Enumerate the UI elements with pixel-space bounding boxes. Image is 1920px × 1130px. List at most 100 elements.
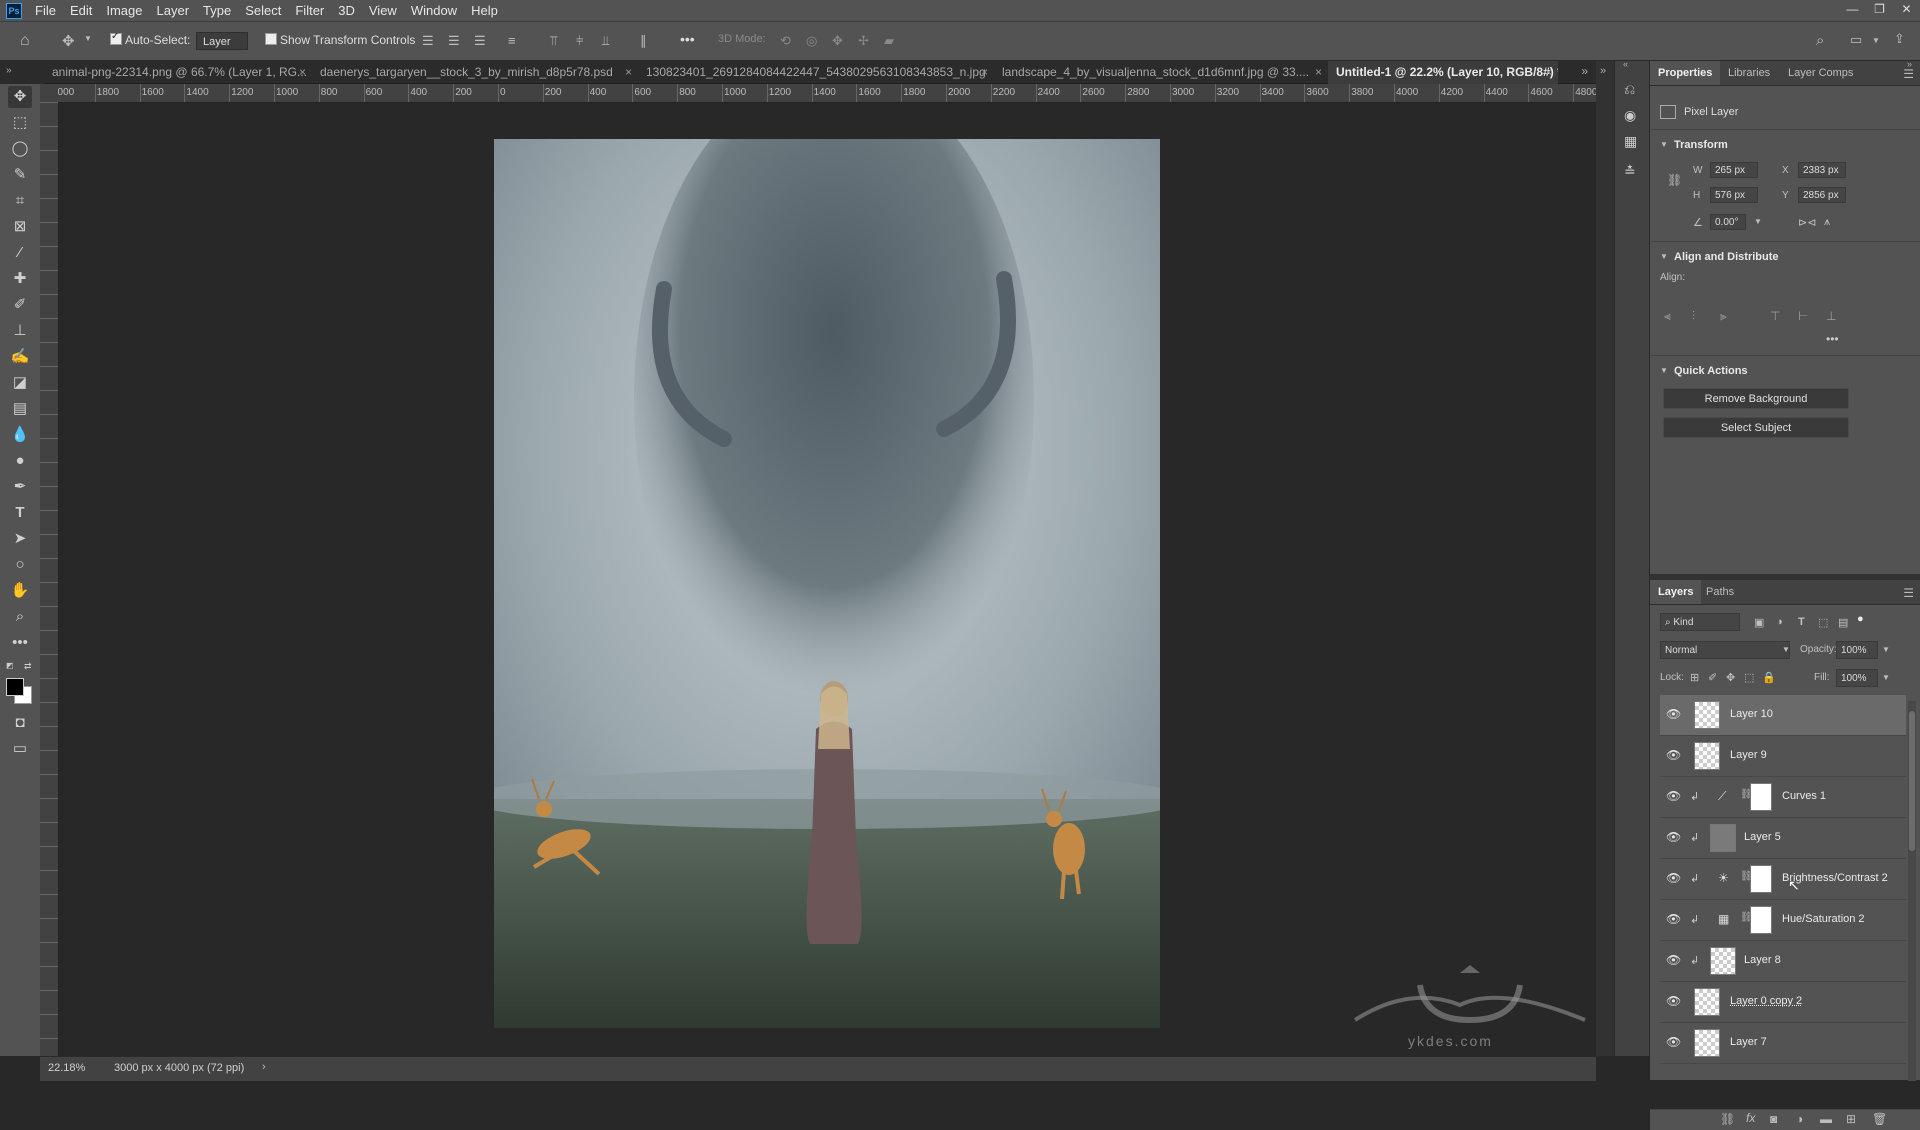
zoom-tool-icon[interactable]: ⌕ [8, 606, 32, 628]
zoom-level[interactable]: 22.18% [48, 1062, 85, 1074]
menu-view[interactable]: View [362, 3, 404, 18]
layer-row[interactable]: 👁 ↲ ☀ ⛓ Brightness/Contrast 2 ↖ [1660, 859, 1906, 900]
link-layers-icon[interactable]: ⛓ [1720, 1112, 1735, 1126]
clone-stamp-tool-icon[interactable]: ⊥ [8, 320, 32, 342]
layer-row[interactable]: 👁 Layer 7 [1660, 1023, 1906, 1064]
filter-type-icon[interactable]: T [1798, 616, 1805, 628]
remove-background-button[interactable]: Remove Background [1663, 388, 1849, 409]
opacity-field[interactable]: 100% [1836, 641, 1878, 659]
expand-panels-icon[interactable]: » [1600, 65, 1606, 77]
swatches-panel-icon[interactable]: ▦ [1624, 133, 1637, 150]
marquee-tool-icon[interactable]: ⬚ [8, 112, 32, 134]
add-layer-style-icon[interactable]: fx [1746, 1111, 1755, 1125]
align-horizontal-centers-icon[interactable]: ⫶ [1692, 309, 1695, 324]
history-brush-tool-icon[interactable]: ✍ [8, 346, 32, 368]
delete-layer-icon[interactable]: 🗑 [1872, 1112, 1887, 1126]
lock-transparent-icon[interactable]: ⊞ [1690, 671, 1699, 684]
select-subject-button[interactable]: Select Subject [1663, 417, 1849, 438]
fill-chevron-icon[interactable]: ▼ [1882, 673, 1890, 682]
align-center-icon[interactable]: ☰ [448, 33, 460, 49]
tab-paths[interactable]: Paths [1698, 580, 1742, 604]
filter-shape-icon[interactable]: ⬚ [1818, 616, 1828, 629]
close-icon[interactable]: ✕ [1893, 0, 1920, 21]
filter-adjustment-icon[interactable]: ◑ [1776, 616, 1783, 628]
lock-artboard-icon[interactable]: ⬚ [1744, 671, 1754, 684]
lock-position-icon[interactable]: ✥ [1726, 671, 1735, 684]
tab-animal-png[interactable]: animal-png-22314.png @ 66.7% (Layer 1, R… [44, 61, 312, 84]
home-icon[interactable]: ⌂ [20, 32, 30, 50]
quick-mask-icon[interactable]: ◘ [8, 712, 32, 734]
align-middle-icon[interactable]: ⫩ [576, 33, 583, 49]
align-left-edges-icon[interactable]: ⫷ [1664, 309, 1671, 324]
flip-vertical-icon[interactable]: ⩚ [1824, 216, 1830, 229]
double-chevron-right-icon[interactable]: » [6, 65, 12, 76]
align-vertical-centers-icon[interactable]: ⊢ [1798, 309, 1808, 323]
status-menu-arrow[interactable]: › [262, 1061, 266, 1073]
layer-row[interactable]: 👁 Layer 9 [1660, 736, 1906, 777]
y-field[interactable]: 2856 px [1798, 187, 1846, 203]
close-tab-icon[interactable]: × [1315, 61, 1322, 84]
tab-130823401-jpg[interactable]: 130823401_2691284084422447_5438029563108… [638, 61, 994, 84]
height-field[interactable]: 576 px [1710, 187, 1758, 203]
x-field[interactable]: 2383 px [1798, 162, 1846, 178]
align-bottom-edges-icon[interactable]: ⊥ [1826, 309, 1836, 323]
type-tool-icon[interactable]: T [8, 502, 32, 524]
width-field[interactable]: 265 px [1710, 162, 1758, 178]
tab-landscape-jpg[interactable]: landscape_4_by_visualjenna_stock_d1d6mnf… [994, 61, 1328, 84]
add-mask-icon[interactable]: ◙ [1770, 1112, 1777, 1126]
link-icon[interactable]: ⛓ [1667, 173, 1682, 187]
tab-layer-comps[interactable]: Layer Comps [1780, 61, 1861, 85]
eyedropper-tool-icon[interactable]: ⁄ [8, 242, 32, 264]
layer-mask-thumbnail[interactable] [1750, 783, 1772, 811]
quick-selection-tool-icon[interactable]: ✎ [8, 164, 32, 186]
hand-tool-icon[interactable]: ✋ [8, 580, 32, 602]
layers-scrollbar[interactable] [1908, 701, 1916, 1081]
workspace-chevron-down-icon[interactable]: ▼ [1872, 36, 1880, 45]
visibility-eye-icon[interactable]: 👁 [1666, 953, 1681, 967]
path-selection-tool-icon[interactable]: ➤ [8, 528, 32, 550]
align-top-edges-icon[interactable]: ⊤ [1770, 309, 1780, 323]
document-canvas[interactable] [494, 139, 1160, 1028]
layer-row[interactable]: 👁 Layer 10 [1660, 695, 1906, 736]
dodge-tool-icon[interactable]: ● [8, 450, 32, 472]
close-tab-icon[interactable]: × [1545, 61, 1552, 84]
minimize-icon[interactable]: — [1839, 0, 1866, 21]
menu-file[interactable]: File [28, 3, 63, 18]
layer-row[interactable]: 👁 ↲ ▦ ⛓ Hue/Saturation 2 [1660, 900, 1906, 941]
actions-panel-icon[interactable]: ≛ [1624, 163, 1636, 180]
tab-overflow-icon[interactable]: » [1581, 64, 1588, 78]
restore-icon[interactable]: ❐ [1866, 0, 1893, 21]
healing-brush-tool-icon[interactable]: ✚ [8, 268, 32, 290]
filter-toggle-icon[interactable]: ● [1857, 613, 1864, 625]
edit-toolbar-icon[interactable]: ••• [8, 632, 32, 654]
layer-mask-thumbnail[interactable] [1750, 865, 1772, 893]
angle-field[interactable]: 0.00° [1710, 214, 1746, 230]
close-tab-icon[interactable]: × [299, 61, 306, 84]
quick-actions-chevron-icon[interactable]: ▼ [1660, 366, 1668, 375]
ellipse-tool-icon[interactable]: ○ [8, 554, 32, 576]
auto-select-target-dropdown[interactable]: Layer [196, 32, 248, 50]
new-layer-icon[interactable]: ⊞ [1846, 1112, 1856, 1126]
visibility-eye-icon[interactable]: 👁 [1666, 830, 1681, 844]
menu-window[interactable]: Window [404, 3, 464, 18]
more-options-icon[interactable]: ••• [680, 31, 695, 47]
align-bottom-icon[interactable]: ⫫ [602, 33, 609, 49]
menu-layer[interactable]: Layer [150, 3, 197, 18]
layer-row[interactable]: 👁 ↲ Layer 8 [1660, 941, 1906, 982]
layer-row[interactable]: 👁 ↲ Layer 5 [1660, 818, 1906, 859]
close-tab-icon[interactable]: × [625, 61, 632, 84]
new-adjustment-icon[interactable]: ◑ [1796, 1112, 1803, 1126]
3d-pan-icon[interactable]: ✥ [832, 33, 843, 49]
workspace-icon[interactable]: ▭ [1850, 32, 1862, 48]
menu-help[interactable]: Help [464, 3, 505, 18]
checkbox-checked-icon[interactable] [110, 31, 122, 45]
vertical-ruler[interactable] [40, 102, 59, 1056]
menu-edit[interactable]: Edit [63, 3, 99, 18]
opacity-chevron-icon[interactable]: ▼ [1882, 645, 1890, 654]
visibility-eye-icon[interactable]: 👁 [1666, 912, 1681, 926]
menu-type[interactable]: Type [196, 3, 238, 18]
align-right-edges-icon[interactable]: ⫸ [1720, 309, 1727, 324]
more-align-options-icon[interactable]: ••• [1826, 332, 1839, 346]
3d-panel-icon[interactable]: ◉ [1624, 107, 1636, 124]
history-panel-icon[interactable]: ⎌ [1624, 81, 1635, 98]
